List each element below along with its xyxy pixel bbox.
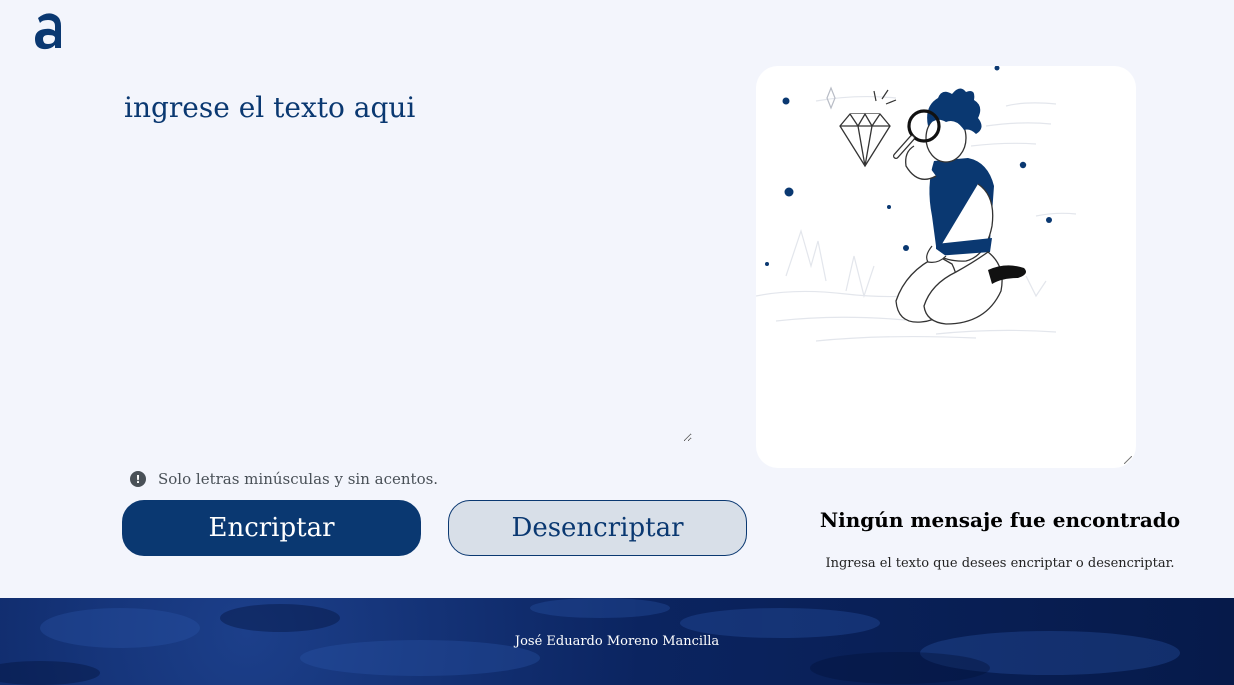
info-icon: ! <box>130 471 146 487</box>
decrypt-button[interactable]: Desencriptar <box>448 500 747 556</box>
encrypt-button[interactable]: Encriptar <box>122 500 421 556</box>
alura-logo-icon <box>30 8 66 52</box>
resize-handle-icon[interactable] <box>1124 456 1132 464</box>
output-panel <box>756 66 1136 468</box>
input-hint: ! Solo letras minúsculas y sin acentos. <box>130 468 438 490</box>
output-title: Ningún mensaje fue encontrado <box>819 508 1181 532</box>
footer-credit: José Eduardo Moreno Mancilla <box>514 634 720 649</box>
person-with-magnifying-glass-illustration <box>756 66 1077 342</box>
hint-text: Solo letras minúsculas y sin acentos. <box>158 470 439 488</box>
footer: José Eduardo Moreno Mancilla <box>0 598 1234 685</box>
message-input[interactable] <box>120 86 692 442</box>
output-subtitle: Ingresa el texto que desees encriptar o … <box>825 556 1175 571</box>
